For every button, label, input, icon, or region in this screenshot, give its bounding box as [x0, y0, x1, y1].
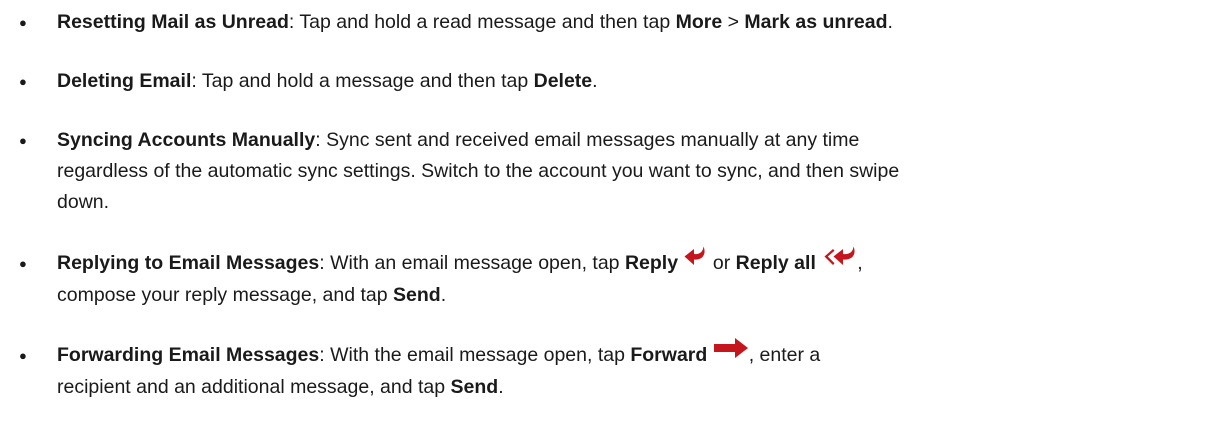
reply-all-label: Reply all	[735, 252, 816, 275]
reply-all-arrow-icon	[821, 245, 857, 277]
menu-more-label: More	[675, 11, 723, 33]
forward-arrow-icon	[713, 337, 749, 369]
item-text: Resetting Mail as Unread: Tap and hold a…	[57, 11, 893, 33]
item-text: Replying to Email Messages: With an emai…	[57, 245, 1217, 311]
send-label: Send	[393, 284, 441, 306]
send-label: Send	[450, 376, 499, 398]
bullet-icon: ●	[19, 256, 27, 271]
item-text: Deleting Email: Tap and hold a message a…	[57, 70, 598, 92]
item-title: Forwarding Email Messages	[57, 344, 320, 367]
menu-mark-unread-label: Mark as unread	[744, 11, 888, 33]
bullet-icon: ●	[19, 15, 27, 30]
reply-arrow-icon	[683, 245, 707, 277]
bullet-icon: ●	[19, 348, 27, 363]
bullet-icon: ●	[19, 133, 27, 148]
delete-label: Delete	[533, 70, 593, 92]
item-title: Syncing Accounts Manually	[57, 129, 316, 151]
item-title: Resetting Mail as Unread	[57, 11, 289, 33]
item-text: Syncing Accounts Manually: Sync sent and…	[57, 129, 900, 213]
reply-label: Reply	[624, 252, 679, 275]
forward-label: Forward	[630, 344, 708, 367]
item-text: Forwarding Email Messages: With the emai…	[57, 337, 1217, 403]
bullet-icon: ●	[19, 74, 27, 89]
item-title: Replying to Email Messages	[57, 252, 320, 275]
item-title: Deleting Email	[57, 70, 192, 92]
